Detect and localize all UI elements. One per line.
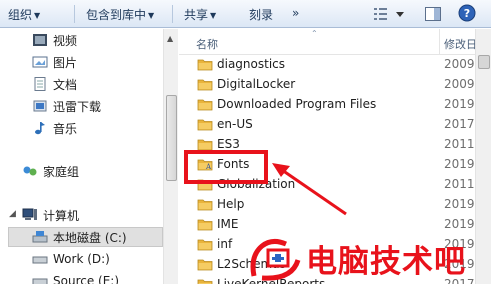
folder-icon xyxy=(197,199,213,211)
watermark-emblem-icon xyxy=(250,238,301,281)
dropdown-arrow-icon: ▼ xyxy=(148,11,155,20)
help-icon: ? xyxy=(458,4,476,22)
system-drive-icon xyxy=(32,231,48,243)
nav-item-thunder-downloads[interactable]: 迅雷下载 xyxy=(32,96,101,116)
nav-item-label: 视频 xyxy=(53,33,78,48)
nav-item-label: Work (D:) xyxy=(53,252,110,266)
column-divider[interactable] xyxy=(439,29,440,55)
folder-icon xyxy=(197,99,213,111)
annotation-arrow xyxy=(272,163,347,216)
nav-item-drive-e[interactable]: Source (E:) xyxy=(32,271,119,284)
toolbar-separator xyxy=(74,5,75,23)
navigation-pane: 视频 图片 文档 迅雷下载 音乐 家庭组 计算机 ◢ 本地磁盘 (C:) Wor… xyxy=(0,29,178,284)
folder-name: en-US xyxy=(217,117,253,131)
scroll-up-arrow-icon[interactable]: ▲ xyxy=(167,34,173,43)
scrollbar-thumb[interactable] xyxy=(478,55,490,69)
folder-date-modified: 2009 xyxy=(444,57,475,71)
documents-library-icon xyxy=(34,77,46,91)
folder-name: IME xyxy=(217,217,239,231)
include-in-library-label: 包含到库中 xyxy=(86,8,147,22)
nav-item-label: 音乐 xyxy=(53,121,78,136)
view-options-button[interactable] xyxy=(373,5,407,26)
sort-ascending-icon: ⌃ xyxy=(311,29,318,38)
nav-item-music[interactable]: 音乐 xyxy=(32,118,77,138)
folder-name: inf xyxy=(217,237,233,251)
folder-icon xyxy=(197,239,213,251)
scrollbar-thumb[interactable] xyxy=(166,95,177,181)
watermark-logo: 电脑技术吧 xyxy=(248,232,491,284)
help-button[interactable]: ? xyxy=(458,4,476,25)
view-list-icon xyxy=(374,8,404,20)
svg-text:?: ? xyxy=(464,7,470,20)
command-bar: 组织 ▼ 包含到库中 ▼ 共享 ▼ 刻录 » ? xyxy=(0,0,491,28)
folder-name: diagnostics xyxy=(217,57,286,71)
column-header-name[interactable]: 名称 xyxy=(196,36,218,52)
folder-icon xyxy=(197,279,213,284)
folder-row[interactable]: diagnostics 2009 xyxy=(179,55,475,74)
drive-icon xyxy=(32,256,48,264)
nav-item-label: 图片 xyxy=(53,55,78,70)
nav-item-label: 计算机 xyxy=(43,208,80,223)
folder-date-modified: 2019 xyxy=(444,197,475,211)
homegroup-icon xyxy=(23,166,37,176)
folder-date-modified: 2019 xyxy=(444,217,475,231)
video-library-icon xyxy=(33,34,47,46)
folder-name: Downloaded Program Files xyxy=(217,97,377,111)
preview-pane-button[interactable] xyxy=(424,5,442,26)
nav-item-drive-c[interactable]: 本地磁盘 (C:) xyxy=(8,227,163,247)
nav-item-label: Source (E:) xyxy=(53,274,120,284)
folder-row[interactable]: en-US 2017 xyxy=(179,115,475,134)
more-commands-button[interactable]: » xyxy=(292,6,299,20)
folder-icon xyxy=(197,119,213,131)
folder-icon xyxy=(197,79,213,91)
nav-item-videos[interactable]: 视频 xyxy=(32,30,77,50)
folder-icon xyxy=(197,219,213,231)
nav-item-drive-d[interactable]: Work (D:) xyxy=(32,249,110,269)
organize-label: 组织 xyxy=(8,8,33,22)
folder-name: ES3 xyxy=(217,137,240,151)
folder-name: Help xyxy=(217,197,245,211)
fonts-highlight-box xyxy=(184,150,268,184)
computer-icon xyxy=(22,208,37,220)
organize-menu-button[interactable]: 组织 ▼ xyxy=(8,6,40,23)
nav-item-label: 本地磁盘 (C:) xyxy=(53,230,127,245)
include-in-library-button[interactable]: 包含到库中 ▼ xyxy=(86,6,154,23)
watermark-text: 电脑技术吧 xyxy=(306,244,466,280)
nav-item-label: 文档 xyxy=(53,77,78,92)
nav-item-label: 家庭组 xyxy=(43,164,80,179)
nav-item-label: 迅雷下载 xyxy=(53,99,102,114)
folder-date-modified: 2019 xyxy=(444,97,475,111)
music-library-icon xyxy=(35,122,45,135)
nav-item-homegroup[interactable]: 家庭组 xyxy=(22,161,79,181)
dropdown-arrow-icon: ▼ xyxy=(34,11,41,20)
folder-icon xyxy=(197,259,213,271)
nav-item-pictures[interactable]: 图片 xyxy=(32,52,77,72)
drive-icon xyxy=(32,278,48,284)
nav-scrollbar[interactable]: ▲ xyxy=(163,29,178,284)
share-menu-button[interactable]: 共享 ▼ xyxy=(184,6,216,23)
folder-date-modified: 2011 xyxy=(444,137,475,151)
folder-date-modified: 2017 xyxy=(444,117,475,131)
folder-row[interactable]: DigitalLocker 2009 xyxy=(179,75,475,94)
share-label: 共享 xyxy=(184,8,209,22)
folder-name: DigitalLocker xyxy=(217,77,296,91)
nav-item-computer[interactable]: 计算机 xyxy=(22,205,79,225)
folder-icon xyxy=(197,59,213,71)
folder-date-modified: 2009 xyxy=(444,77,475,91)
column-header-row: ⌃ 名称 修改日 xyxy=(179,29,477,55)
folder-row[interactable]: Downloaded Program Files 2019 xyxy=(179,95,475,114)
pictures-library-icon xyxy=(32,56,48,68)
column-header-date-modified[interactable]: 修改日 xyxy=(444,36,477,52)
burn-label: 刻录 xyxy=(249,8,274,22)
folder-date-modified: 2019 xyxy=(444,157,475,171)
thunder-download-icon xyxy=(33,100,47,112)
collapse-arrow-icon[interactable]: ◢ xyxy=(9,209,16,219)
preview-pane-icon xyxy=(425,7,441,21)
toolbar-separator xyxy=(172,5,173,23)
dropdown-arrow-icon: ▼ xyxy=(210,11,217,20)
folder-date-modified: 2011 xyxy=(444,177,475,191)
nav-item-documents[interactable]: 文档 xyxy=(32,74,77,94)
burn-button[interactable]: 刻录 xyxy=(249,6,273,23)
